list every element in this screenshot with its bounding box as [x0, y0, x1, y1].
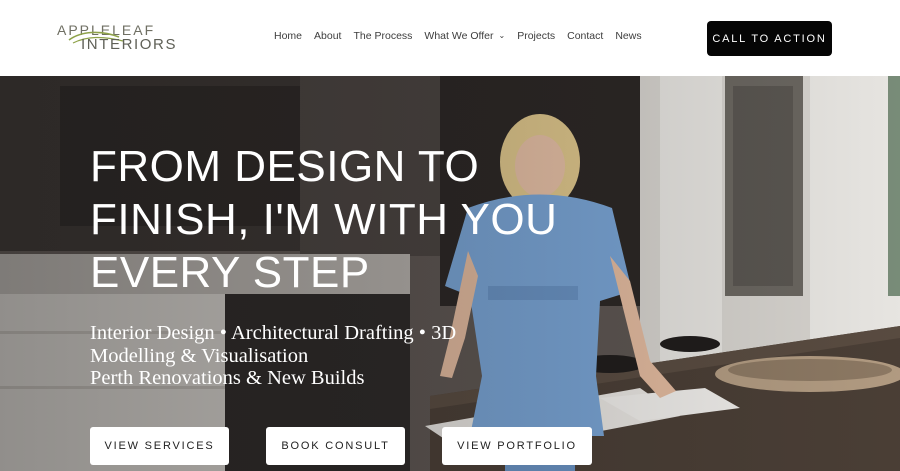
call-to-action-button[interactable]: CALL TO ACTION: [707, 21, 832, 56]
nav-what-we-offer-label: What We Offer: [424, 30, 494, 42]
view-portfolio-button[interactable]: VIEW PORTFOLIO: [442, 427, 592, 465]
hero-subtitle-line-1: Interior Design • Architectural Drafting…: [90, 322, 457, 344]
nav-what-we-offer[interactable]: What We Offer ⌄: [424, 30, 505, 42]
hero-headline-line-3: EVERY STEP: [90, 248, 370, 297]
nav-projects[interactable]: Projects: [517, 30, 555, 42]
main-navigation: Home About The Process What We Offer ⌄ P…: [274, 30, 642, 42]
hero-subtitle-line-3: Perth Renovations & New Builds: [90, 367, 365, 389]
hero-headline-line-2: FINISH, I'M WITH YOU: [90, 195, 558, 244]
nav-home[interactable]: Home: [274, 30, 302, 42]
book-consult-button[interactable]: BOOK CONSULT: [266, 427, 405, 465]
hero-headline: FROM DESIGN TO FINISH, I'M WITH YOU EVER…: [90, 140, 560, 299]
logo-wordmark-bottom: INTERIORS: [81, 36, 178, 53]
chevron-down-icon: ⌄: [498, 30, 506, 40]
hero-services-subtitle: Interior Design • Architectural Drafting…: [90, 322, 510, 390]
hero-section: FROM DESIGN TO FINISH, I'M WITH YOU EVER…: [0, 76, 900, 471]
nav-news[interactable]: News: [615, 30, 641, 42]
site-header: APPLELEAF INTERIORS Home About The Proce…: [0, 0, 900, 76]
appleleaf-logo[interactable]: APPLELEAF INTERIORS: [57, 22, 212, 54]
nav-the-process[interactable]: The Process: [353, 30, 412, 42]
hero-headline-line-1: FROM DESIGN TO: [90, 142, 480, 191]
view-services-button[interactable]: VIEW SERVICES: [90, 427, 229, 465]
nav-about[interactable]: About: [314, 30, 341, 42]
nav-contact[interactable]: Contact: [567, 30, 603, 42]
hero-subtitle-line-2: Modelling & Visualisation: [90, 344, 309, 367]
